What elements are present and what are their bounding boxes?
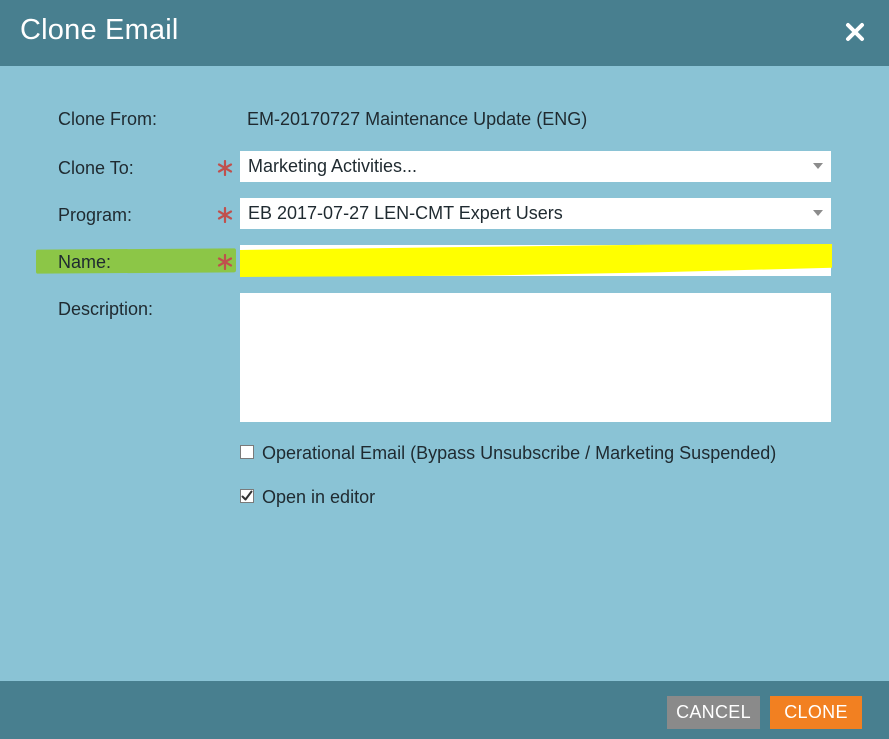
program-selected-value: EB 2017-07-27 LEN-CMT Expert Users bbox=[248, 203, 563, 223]
chevron-down-icon[interactable] bbox=[813, 163, 823, 169]
program-select[interactable]: EB 2017-07-27 LEN-CMT Expert Users bbox=[240, 198, 831, 229]
dialog-titlebar: Clone Email bbox=[0, 0, 889, 66]
required-star-icon bbox=[217, 206, 233, 224]
close-icon[interactable] bbox=[843, 20, 867, 44]
dialog-title: Clone Email bbox=[20, 14, 179, 46]
dialog-footer: CANCEL CLONE bbox=[0, 681, 889, 739]
required-star-icon bbox=[217, 159, 233, 177]
clone-from-label: Clone From: bbox=[58, 109, 158, 129]
clone-to-label: Clone To: bbox=[58, 158, 134, 178]
clone-email-dialog: Clone Email Clone From: EM-20170727 Main… bbox=[0, 0, 889, 739]
program-label: Program: bbox=[58, 205, 133, 225]
operational-email-checkbox[interactable] bbox=[240, 445, 254, 459]
chevron-down-icon[interactable] bbox=[813, 210, 823, 216]
required-star-icon bbox=[217, 253, 233, 271]
name-label: Name: bbox=[58, 252, 112, 272]
clone-to-selected-value: Marketing Activities... bbox=[248, 156, 418, 176]
clone-from-value: EM-20170727 Maintenance Update (ENG) bbox=[247, 109, 588, 129]
description-label: Description: bbox=[58, 299, 154, 319]
open-in-editor-label: Open in editor bbox=[262, 487, 376, 507]
operational-email-label: Operational Email (Bypass Unsubscribe / … bbox=[262, 443, 777, 463]
description-textarea[interactable] bbox=[240, 293, 831, 422]
open-in-editor-checkbox[interactable] bbox=[240, 489, 254, 503]
clone-to-select[interactable]: Marketing Activities... bbox=[240, 151, 831, 182]
cancel-button[interactable]: CANCEL bbox=[667, 696, 760, 729]
clone-button[interactable]: CLONE bbox=[770, 696, 862, 729]
